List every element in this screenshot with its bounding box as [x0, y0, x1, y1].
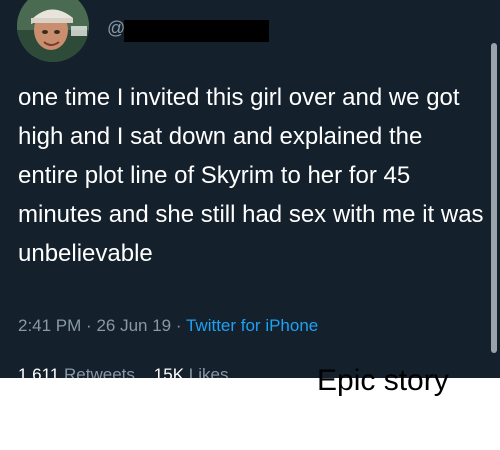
retweets-label[interactable]: Retweets	[64, 365, 135, 378]
scrollbar[interactable]	[491, 43, 497, 353]
tweet-time[interactable]: 2:41 PM	[18, 316, 81, 335]
tweet-date[interactable]: 26 Jun 19	[96, 316, 171, 335]
redacted-name	[124, 20, 269, 42]
avatar[interactable]	[17, 0, 89, 62]
meta-separator: ·	[175, 316, 182, 335]
tweet-stats: 1,611 Retweets 15K Likes	[18, 365, 228, 378]
tweet-meta: 2:41 PM · 26 Jun 19 · Twitter for iPhone	[18, 316, 318, 336]
likes-count[interactable]: 15K	[154, 365, 184, 378]
caption: Epic story	[317, 364, 449, 397]
meta-separator: ·	[86, 316, 92, 335]
retweets-count[interactable]: 1,611	[18, 365, 59, 378]
tweet-source[interactable]: Twitter for iPhone	[186, 316, 318, 335]
avatar-image	[17, 0, 89, 62]
tweet-text: one time I invited this girl over and we…	[18, 84, 484, 267]
tweet-card: @ one time I invited this girl over and …	[0, 0, 500, 378]
likes-label[interactable]: Likes	[189, 365, 229, 378]
user-handle[interactable]: @	[107, 18, 125, 39]
